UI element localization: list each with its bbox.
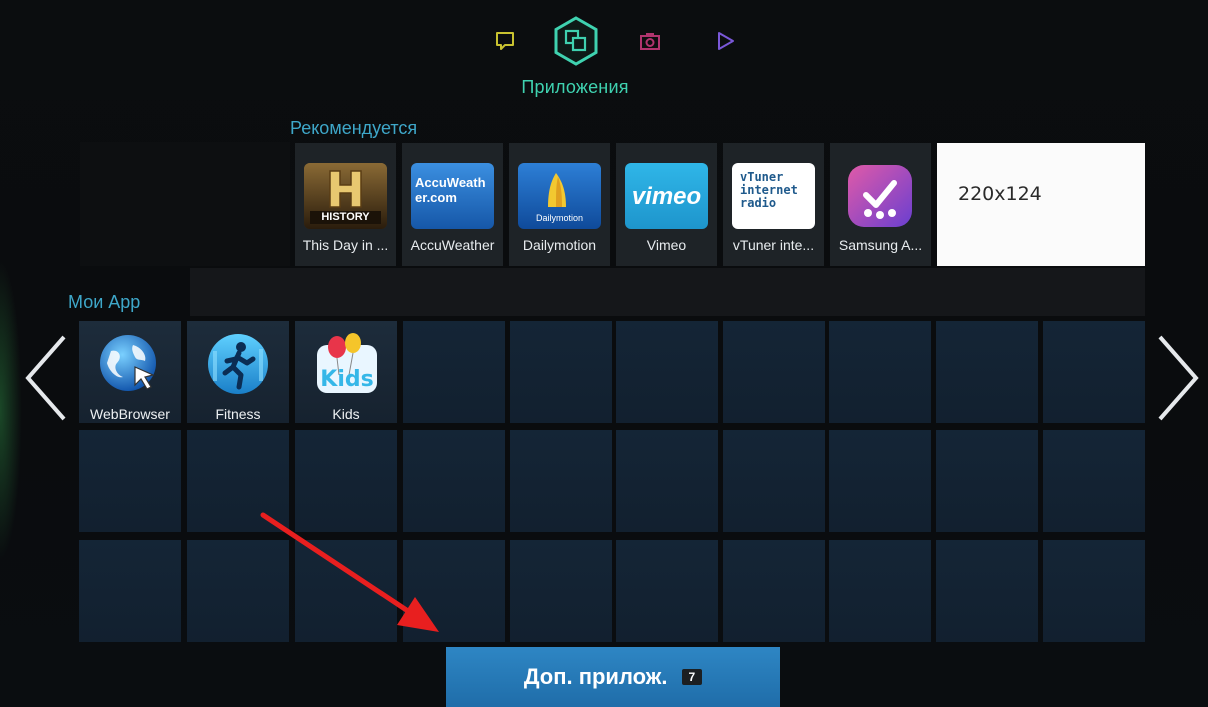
- more-apps-label: Доп. прилож.: [523, 664, 668, 689]
- empty-app-slot[interactable]: [510, 540, 612, 642]
- dailymotion-logo-text: Dailymotion: [535, 213, 584, 223]
- empty-app-slot[interactable]: [829, 540, 931, 642]
- empty-app-slot[interactable]: [79, 430, 181, 532]
- play-icon[interactable]: [708, 24, 742, 58]
- edge-glow: [0, 260, 22, 560]
- rec-tile-accuweather[interactable]: AccuWeather.com AccuWeather: [402, 143, 503, 266]
- recommended-shadow: [80, 142, 290, 266]
- chevron-left-icon[interactable]: [22, 333, 72, 423]
- vtuner-logo-text: vTuner internet radio: [740, 170, 798, 210]
- vtuner-logo: vTuner internet radio: [732, 163, 815, 229]
- empty-app-slot[interactable]: [1043, 540, 1145, 642]
- rec-tile-placeholder[interactable]: 220x124: [937, 143, 1145, 266]
- recommended-title: Рекомендуется: [290, 118, 418, 138]
- empty-app-slot[interactable]: [936, 321, 1038, 423]
- empty-app-slot[interactable]: [1043, 321, 1145, 423]
- app-tile-label: WebBrowser: [90, 406, 170, 422]
- rec-tile-vimeo[interactable]: vimeo Vimeo: [616, 143, 717, 266]
- accuweather-logo-text: AccuWeather.com: [415, 175, 486, 205]
- rec-tile-samsung-apps[interactable]: Samsung A...: [830, 143, 931, 266]
- rec-tile-history[interactable]: HISTORY This Day in ...: [295, 143, 396, 266]
- empty-app-slot[interactable]: [1043, 430, 1145, 532]
- history-logo-text: HISTORY: [321, 211, 370, 223]
- social-icon[interactable]: [488, 24, 522, 58]
- accuweather-logo: AccuWeather.com: [411, 163, 494, 229]
- vimeo-logo-text: vimeo: [631, 183, 702, 210]
- rec-tile-label: Dailymotion: [522, 237, 597, 253]
- app-tile-fitness[interactable]: Fitness: [187, 321, 289, 423]
- app-tile-webbrowser[interactable]: WebBrowser: [79, 321, 181, 423]
- section-title: Приложения: [521, 77, 629, 97]
- empty-app-slot[interactable]: [723, 540, 825, 642]
- empty-app-slot[interactable]: [829, 321, 931, 423]
- annotation-arrow-icon: [260, 512, 439, 632]
- web-browser-icon: [97, 331, 163, 397]
- app-tile-label: Kids: [332, 406, 360, 422]
- apps-icon[interactable]: [551, 16, 601, 66]
- fitness-icon: [205, 331, 271, 397]
- rec-tile-dailymotion[interactable]: Dailymotion Dailymotion: [509, 143, 610, 266]
- kids-icon: Kids: [313, 331, 379, 397]
- app-tile-label: Fitness: [215, 406, 261, 422]
- vimeo-logo: vimeo: [625, 163, 708, 229]
- tv-screen: Приложения Рекомендуется HISTORY This Da…: [0, 0, 1208, 707]
- empty-app-slot[interactable]: [723, 321, 825, 423]
- photo-icon[interactable]: [633, 24, 667, 58]
- rec-tile-label: This Day in ...: [302, 237, 389, 253]
- recommended-band: [190, 268, 1145, 316]
- empty-app-slot[interactable]: [79, 540, 181, 642]
- empty-app-slot[interactable]: [510, 430, 612, 532]
- empty-app-slot[interactable]: [616, 430, 718, 532]
- empty-app-slot[interactable]: [936, 430, 1038, 532]
- empty-app-slot[interactable]: [936, 540, 1038, 642]
- rec-tile-label: Vimeo: [646, 237, 687, 253]
- empty-app-slot[interactable]: [616, 321, 718, 423]
- rec-tile-vtuner[interactable]: vTuner internet radio vTuner inte...: [723, 143, 824, 266]
- rec-tile-label: Samsung A...: [838, 237, 923, 253]
- kids-icon-text: Kids: [320, 367, 374, 392]
- dailymotion-logo: Dailymotion: [518, 163, 601, 229]
- empty-app-slot[interactable]: [403, 321, 505, 423]
- history-logo: HISTORY: [304, 163, 387, 229]
- more-apps-button[interactable]: Доп. прилож. 7: [446, 647, 780, 707]
- more-apps-count-badge: 7: [681, 669, 703, 685]
- chevron-right-icon[interactable]: [1152, 333, 1202, 423]
- placeholder-size-text: 220x124: [958, 183, 1042, 205]
- rec-tile-label: vTuner inte...: [732, 237, 815, 253]
- my-apps-title: Мои App: [68, 292, 141, 312]
- empty-app-slot[interactable]: [723, 430, 825, 532]
- samsung-apps-logo: [846, 163, 914, 229]
- rec-tile-label: AccuWeather: [410, 237, 495, 253]
- empty-app-slot[interactable]: [510, 321, 612, 423]
- app-tile-kids[interactable]: Kids Kids: [295, 321, 397, 423]
- empty-app-slot[interactable]: [829, 430, 931, 532]
- empty-app-slot[interactable]: [616, 540, 718, 642]
